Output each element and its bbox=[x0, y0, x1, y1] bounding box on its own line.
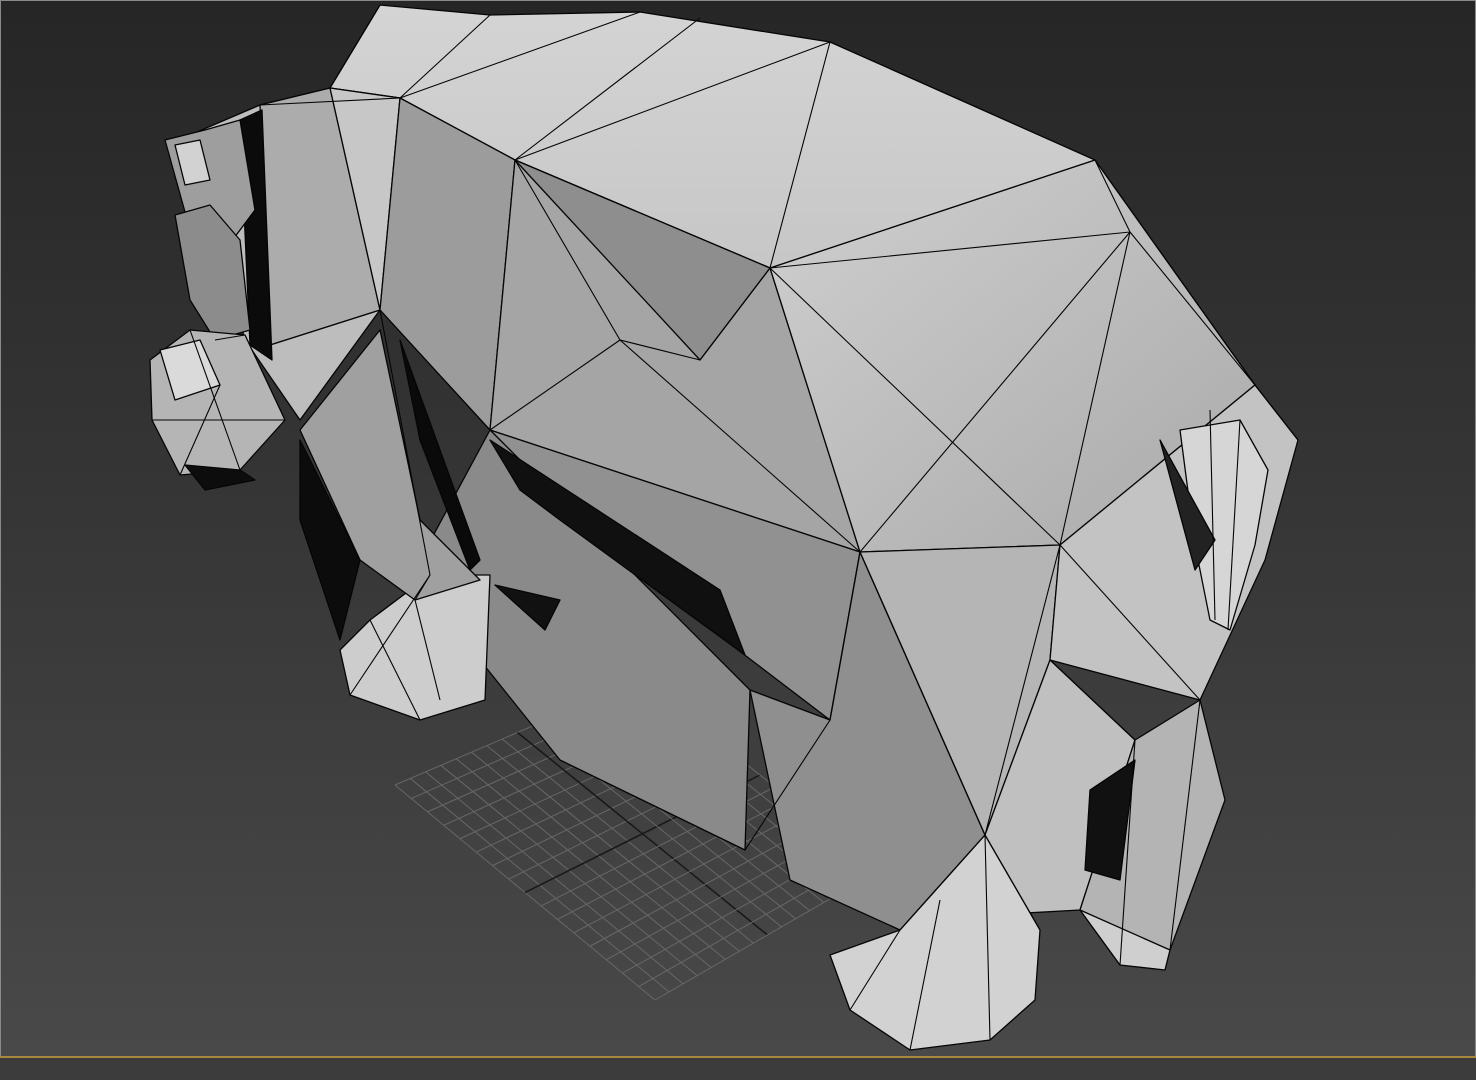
3d-viewport[interactable] bbox=[0, 0, 1476, 1080]
hippo-mesh bbox=[149, 4, 1299, 1051]
viewport-bottom-strip bbox=[0, 1058, 1476, 1080]
viewport-scene[interactable] bbox=[0, 0, 1476, 1080]
